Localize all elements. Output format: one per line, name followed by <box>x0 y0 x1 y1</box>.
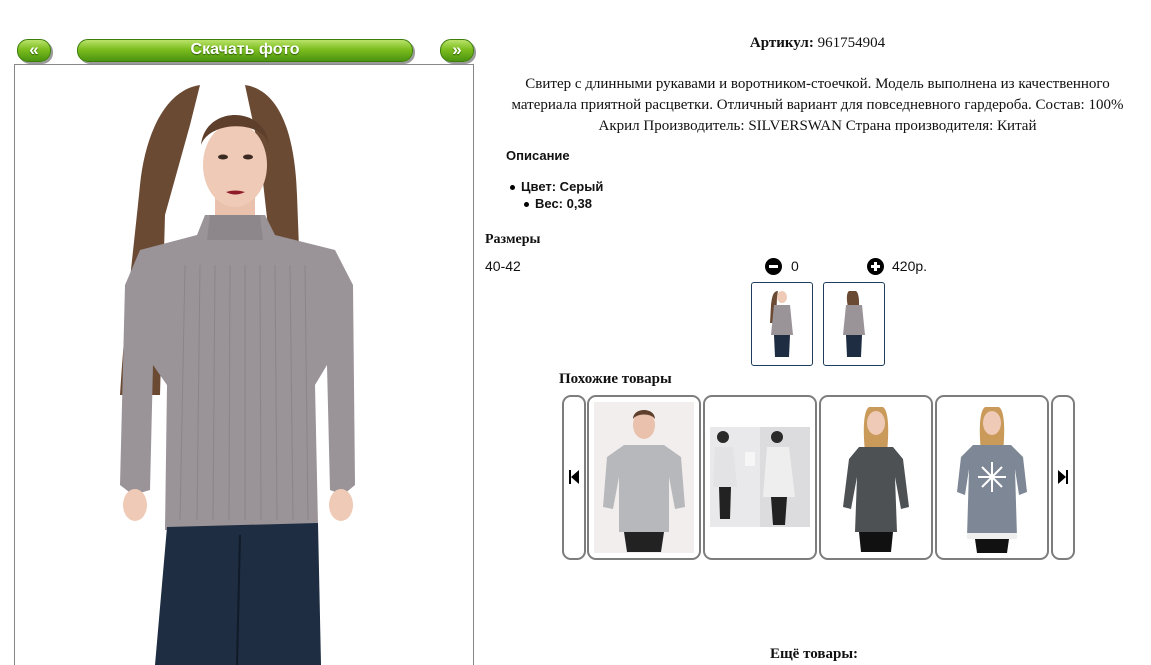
size-label: 40-42 <box>485 258 521 274</box>
decrease-quantity-icon[interactable] <box>765 258 782 275</box>
collage-photo-icon <box>710 427 810 527</box>
tunic-photo-icon <box>843 407 909 552</box>
prev-photo-button[interactable]: « <box>17 39 51 62</box>
article-label: Артикул: <box>749 35 814 51</box>
model-photo-icon <box>120 85 355 665</box>
description-line: материала приятной расцветки. Отличный в… <box>511 97 1124 113</box>
article-value: 961754904 <box>817 35 886 51</box>
quantity-value: 0 <box>791 258 799 274</box>
description-line: Акрил Производитель: SILVERSWAN Страна п… <box>598 118 1037 134</box>
similar-product-card[interactable] <box>819 395 933 560</box>
skip-back-icon <box>569 470 579 484</box>
product-thumbnail-front[interactable] <box>751 282 813 366</box>
sweater-photo-icon <box>594 402 694 553</box>
bullet-icon <box>524 202 529 208</box>
download-photo-button[interactable]: Скачать фото <box>77 39 413 62</box>
property-color: Цвет: Серый <box>521 179 604 194</box>
size-price: 420р. <box>892 258 928 274</box>
carousel-prev-button[interactable] <box>562 395 586 560</box>
product-thumbnail-back[interactable] <box>823 282 885 366</box>
increase-quantity-icon[interactable] <box>867 258 884 275</box>
more-products-heading: Ещё товары: <box>770 646 859 662</box>
sizes-heading: Размеры <box>485 232 541 247</box>
property-item: Цвет: Серый <box>510 179 603 194</box>
carousel-next-button[interactable] <box>1051 395 1075 560</box>
skip-forward-icon <box>1058 470 1068 484</box>
similar-product-card[interactable] <box>935 395 1049 560</box>
snowflake-sweater-photo-icon <box>957 407 1027 553</box>
description-heading: Описание <box>506 148 570 163</box>
similar-product-card[interactable] <box>703 395 817 560</box>
main-product-photo[interactable] <box>14 64 474 665</box>
bullet-icon <box>510 185 515 191</box>
similar-product-card[interactable] <box>587 395 701 560</box>
property-weight: Вес: 0,38 <box>535 196 592 211</box>
next-photo-button[interactable]: » <box>440 39 474 62</box>
similar-products-heading: Похожие товары <box>559 371 672 387</box>
article-line: Артикул: 961754904 <box>490 35 1145 52</box>
description-line: Свитер с длинными рукавами и воротником-… <box>525 76 1110 92</box>
property-item: Вес: 0,38 <box>524 196 592 211</box>
product-description: Свитер с длинными рукавами и воротником-… <box>485 74 1150 137</box>
back-view-photo-icon <box>843 291 865 357</box>
front-view-photo-icon <box>770 291 793 357</box>
